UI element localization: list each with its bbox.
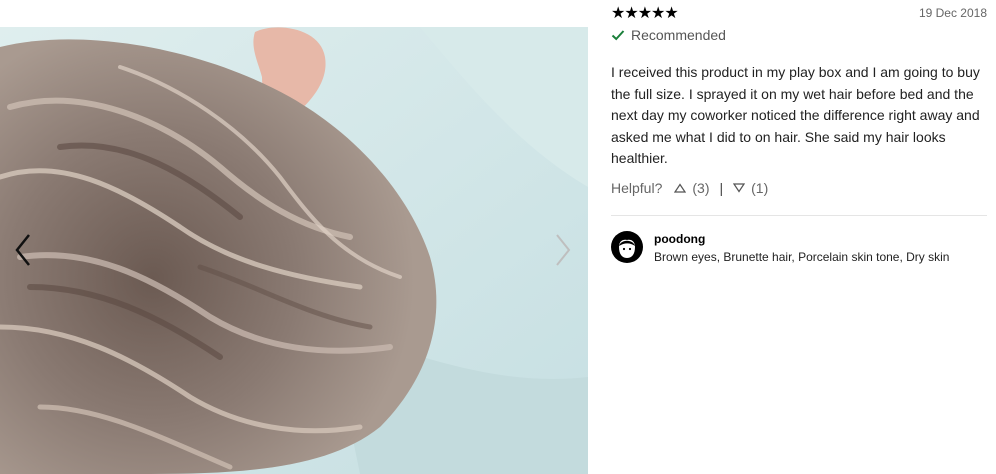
star-icon: ★	[637, 5, 652, 22]
review-author: poodong Brown eyes, Brunette hair, Porce…	[611, 231, 949, 264]
downvote-button[interactable]: (1)	[733, 180, 768, 196]
hair-photo-image	[0, 27, 588, 474]
downvote-count: (1)	[751, 180, 769, 196]
star-rating: ★ ★ ★ ★ ★	[611, 5, 679, 23]
recommended-label: Recommended	[631, 27, 726, 43]
author-name[interactable]: poodong	[654, 232, 949, 246]
triangle-up-icon	[674, 183, 687, 193]
author-traits: Brown eyes, Brunette hair, Porcelain ski…	[654, 250, 950, 264]
author-info: poodong Brown eyes, Brunette hair, Porce…	[654, 231, 949, 264]
vote-separator: |	[719, 180, 724, 196]
helpful-label: Helpful?	[611, 180, 663, 196]
divider	[611, 215, 987, 216]
review-body: I received this product in my play box a…	[611, 64, 980, 166]
gallery-next-button[interactable]	[548, 230, 578, 270]
avatar[interactable]	[611, 231, 643, 263]
gallery-prev-button[interactable]	[8, 230, 38, 270]
star-icon: ★	[611, 5, 625, 22]
review-photo[interactable]	[0, 27, 588, 474]
triangle-down-icon	[733, 183, 746, 193]
helpful-votes: Helpful? (3) | (1)	[611, 180, 768, 196]
checkmark-icon	[611, 30, 625, 41]
review-date: 19 Dec 2018	[918, 6, 987, 20]
star-icon: ★	[664, 5, 678, 22]
star-icon: ★	[624, 5, 638, 22]
upvote-count: (3)	[692, 180, 710, 196]
chevron-right-icon	[556, 234, 571, 266]
star-icon: ★	[651, 5, 665, 22]
upvote-button[interactable]: (3)	[674, 180, 710, 196]
chevron-left-icon	[15, 234, 30, 266]
recommended-badge: Recommended	[611, 27, 726, 43]
